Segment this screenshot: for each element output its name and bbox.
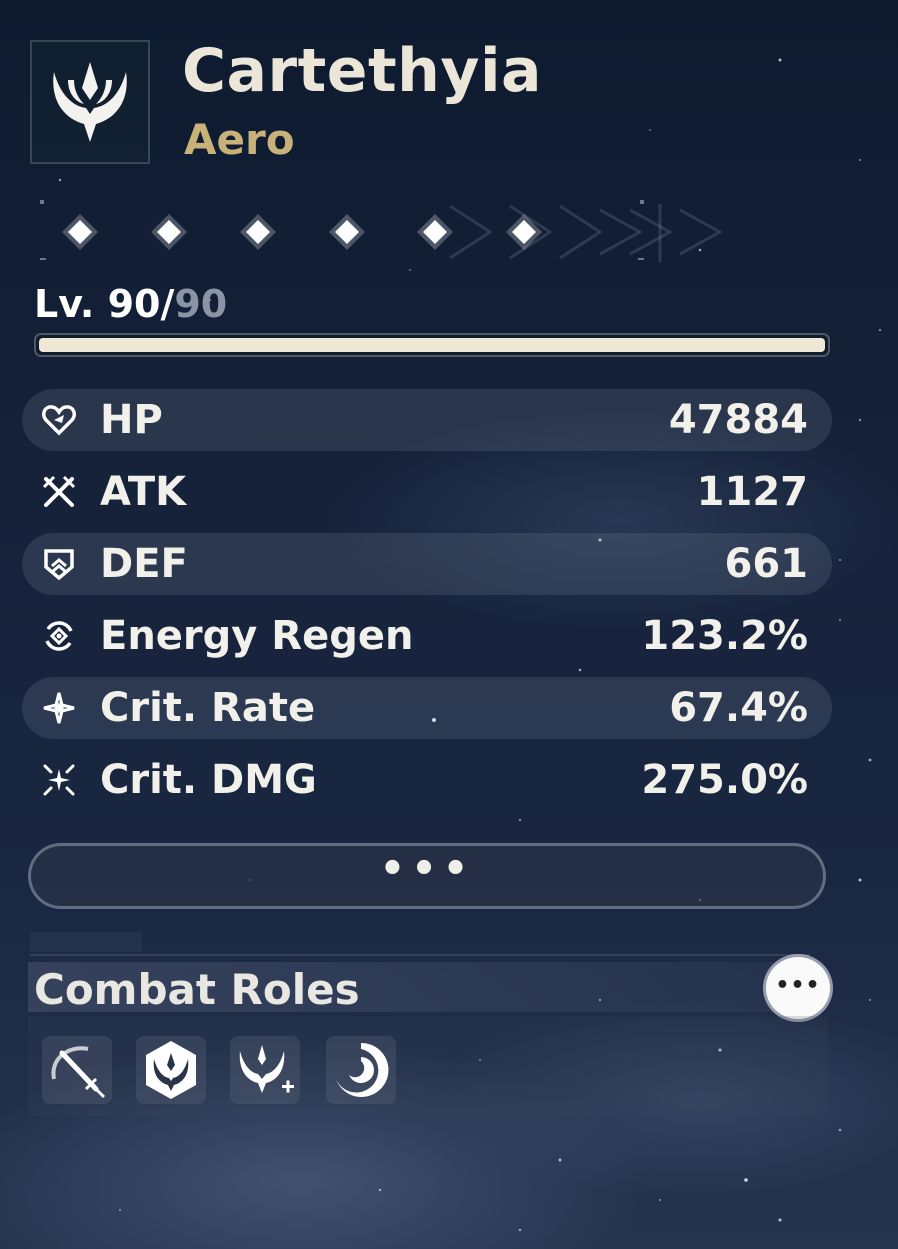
combat-roles-more-dots: •••: [775, 972, 821, 998]
stat-row-crit-dmg: Crit. DMG 275.0%: [22, 749, 832, 811]
more-stats-dots: •••: [379, 846, 475, 892]
sword-slash-role-icon: [51, 1046, 106, 1099]
resonance-node-3[interactable]: [238, 212, 278, 252]
level-prefix: Lv.: [34, 282, 108, 326]
resonance-diamond-icon: [62, 214, 98, 250]
resonance-chain: [40, 192, 724, 272]
resonance-chain-decoration: [40, 200, 724, 262]
resonance-node-6[interactable]: [504, 212, 544, 252]
roles-divider: [30, 954, 810, 956]
crit-rate-icon: [43, 692, 75, 724]
combat-roles-more-button[interactable]: •••: [766, 957, 830, 1019]
stat-row-def: DEF 661: [22, 533, 832, 595]
hp-heart-icon: [42, 405, 76, 436]
atk-swords-icon: [42, 475, 76, 507]
more-stats-button[interactable]: •••: [28, 843, 826, 909]
character-element: Aero: [184, 115, 295, 164]
stat-label-def: DEF: [100, 541, 188, 587]
stat-value-atk: 1127: [696, 469, 808, 515]
resonance-diamond-icon: [329, 214, 365, 250]
stat-row-atk: ATK 1127: [22, 461, 832, 523]
resonance-diamond-icon: [506, 214, 542, 250]
level-progress-fill: [39, 338, 825, 352]
level-separator: /: [160, 282, 175, 326]
stat-label-crit-rate: Crit. Rate: [100, 685, 316, 731]
resonance-diamond-icon: [151, 214, 187, 250]
swirl-role-icon: [336, 1042, 389, 1097]
stat-value-crit-dmg: 275.0%: [641, 757, 808, 803]
aero-plus-role-icon: [239, 1045, 294, 1093]
stat-label-crit-dmg: Crit. DMG: [100, 757, 317, 803]
def-shield-icon: [44, 549, 74, 581]
aero-crest-role-icon: [146, 1041, 196, 1099]
combat-role-3[interactable]: [230, 1036, 300, 1104]
stat-label-atk: ATK: [100, 469, 187, 515]
level-text: Lv. 90/90: [34, 280, 227, 328]
roles-section-tag: [30, 932, 142, 952]
resonance-node-4[interactable]: [327, 212, 367, 252]
combat-role-1[interactable]: [42, 1036, 112, 1104]
stat-row-hp: HP 47884: [22, 389, 832, 451]
resonance-node-2[interactable]: [149, 212, 189, 252]
resonance-node-5[interactable]: [415, 212, 455, 252]
stat-row-energy-regen: Energy Regen 123.2%: [22, 605, 832, 667]
resonance-node-1[interactable]: [60, 212, 100, 252]
level-progress-bar: [34, 333, 830, 357]
level-current: 90: [107, 282, 161, 326]
stat-value-energy-regen: 123.2%: [641, 613, 808, 659]
combat-roles-title: Combat Roles: [34, 965, 360, 1014]
stat-value-def: 661: [724, 541, 809, 587]
resonance-diamond-icon: [240, 214, 276, 250]
stat-row-crit-rate: Crit. Rate 67.4%: [22, 677, 832, 739]
resonance-diamond-icon: [417, 214, 453, 250]
character-name: Cartethyia: [182, 36, 543, 106]
stat-label-energy-regen: Energy Regen: [100, 613, 414, 659]
energy-regen-icon: [45, 621, 73, 651]
level-max: 90: [174, 282, 228, 326]
crit-dmg-icon: [43, 764, 75, 796]
combat-role-4[interactable]: [326, 1036, 396, 1104]
character-element-badge: [30, 40, 150, 164]
combat-role-2[interactable]: [136, 1036, 206, 1104]
stat-value-crit-rate: 67.4%: [669, 685, 808, 731]
stat-value-hp: 47884: [668, 397, 808, 443]
aero-element-icon: [53, 62, 127, 142]
stat-label-hp: HP: [100, 397, 163, 443]
